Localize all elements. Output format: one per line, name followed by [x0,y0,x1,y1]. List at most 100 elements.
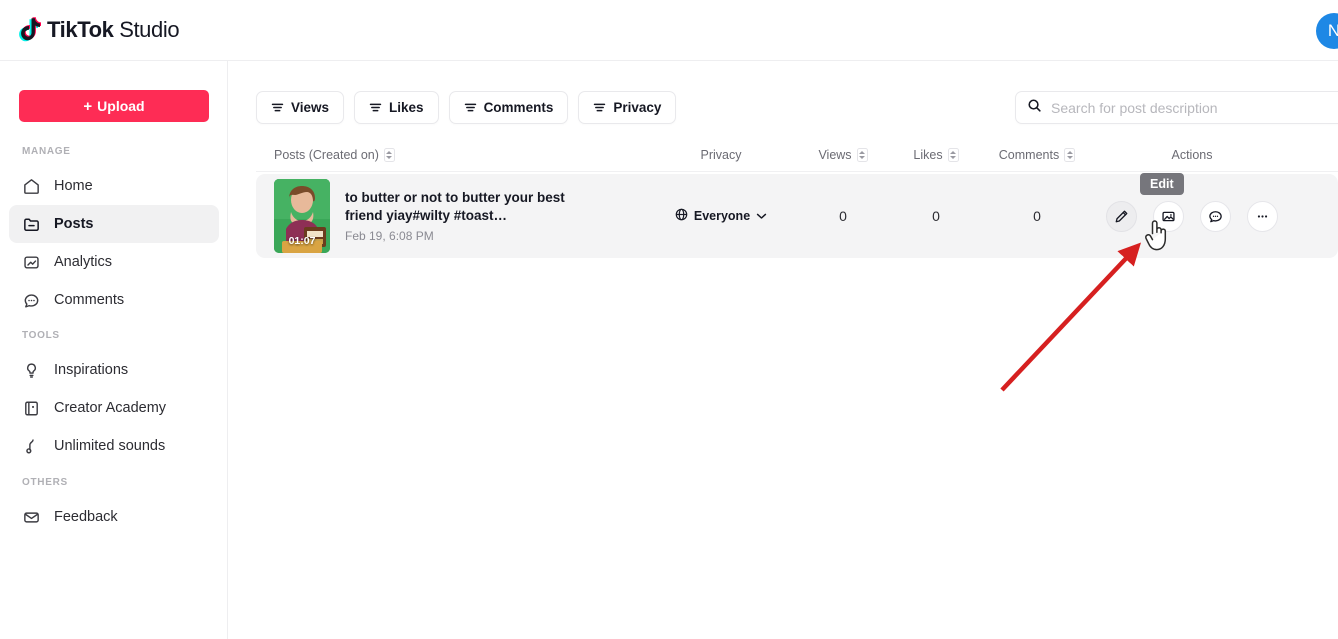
comment-bubble-icon [1209,210,1222,222]
sidebar-section-tools: TOOLS Inspirations Creator Academy Unlim… [0,330,228,465]
sort-toggle-posts[interactable] [383,148,395,162]
search-input[interactable] [1051,92,1338,123]
brand-title: TikTok Studio [47,17,180,42]
filter-lines-icon [593,102,606,113]
search-box[interactable] [1015,91,1338,124]
filter-label: Comments [483,100,554,115]
tiktok-studio-page: TikTok Studio N + Upload MANAGE Home Post… [0,0,1338,639]
filter-toolbar: Views Likes Comments Privacy [256,91,677,124]
globe-icon [675,208,688,224]
column-header-comments[interactable]: Comments [982,148,1092,162]
column-label: Actions [1171,148,1213,162]
column-label: Posts (Created on) [274,148,379,162]
envelope-icon [22,508,41,527]
upload-button[interactable]: + Upload [19,90,209,122]
sidebar-item-feedback[interactable]: Feedback [9,498,219,536]
analytics-icon [22,253,41,272]
video-thumbnail[interactable]: 01:07 [274,179,330,253]
sidebar-heading-tools: TOOLS [22,330,60,341]
views-value: 0 [839,208,847,224]
brand-logo[interactable]: TikTok Studio [18,0,180,61]
brand-light: Studio [119,17,180,42]
sidebar-item-label: Posts [54,216,94,232]
filter-label: Views [291,100,330,115]
privacy-dropdown[interactable]: Everyone [666,203,776,230]
filter-privacy-button[interactable]: Privacy [578,91,677,124]
chevron-down-icon [756,209,767,223]
sidebar-heading-manage: MANAGE [22,146,71,157]
filter-label: Likes [389,100,424,115]
table-header-row: Posts (Created on) Privacy Views Likes C… [256,139,1338,172]
privacy-cell: Everyone [646,203,796,230]
plus-icon: + [83,97,93,115]
upload-label: Upload [97,98,145,114]
comment-button[interactable] [1200,200,1231,232]
post-meta: to butter or not to butter your best fri… [345,189,573,244]
sort-toggle-likes[interactable] [947,148,959,162]
comments-value: 0 [1033,208,1041,224]
sidebar-section-others: OTHERS Feedback [0,477,228,536]
filter-comments-button[interactable]: Comments [448,91,569,124]
column-header-views[interactable]: Views [796,148,890,162]
filter-label: Privacy [613,100,662,115]
ellipsis-icon [1257,214,1268,218]
sidebar: + Upload MANAGE Home Posts Analytics Com… [0,61,228,639]
filter-lines-icon [369,102,382,113]
sidebar-item-label: Creator Academy [54,400,167,416]
filter-lines-icon [271,102,284,113]
search-icon [1027,98,1042,118]
top-header: TikTok Studio N [0,0,1338,61]
sidebar-item-unlimited-sounds[interactable]: Unlimited sounds [9,427,219,465]
actions-cell [1092,200,1292,232]
column-header-posts[interactable]: Posts (Created on) [256,148,646,162]
column-header-actions: Actions [1092,148,1292,162]
post-cell: 01:07 to butter or not to butter your be… [256,179,646,253]
sidebar-section-manage: MANAGE Home Posts Analytics Comments [0,146,228,319]
sidebar-heading-others: OTHERS [22,477,68,488]
cover-button[interactable] [1153,200,1184,232]
posts-folder-icon [22,215,41,234]
sidebar-item-label: Unlimited sounds [54,438,166,454]
filter-views-button[interactable]: Views [256,91,345,124]
edit-tooltip: Edit [1140,173,1184,195]
sidebar-item-label: Feedback [54,509,118,525]
sidebar-item-label: Home [54,178,93,194]
more-button[interactable] [1247,200,1278,232]
pencil-icon [1115,210,1128,222]
sidebar-item-creator-academy[interactable]: Creator Academy [9,389,219,427]
tooltip-label: Edit [1150,177,1174,191]
home-icon [22,177,41,196]
sort-toggle-comments[interactable] [1064,148,1076,162]
comments-bubble-icon [22,291,41,310]
privacy-label: Everyone [693,209,751,223]
likes-value: 0 [932,208,940,224]
column-label: Views [818,148,852,162]
column-header-likes[interactable]: Likes [890,148,982,162]
sidebar-item-label: Comments [54,292,125,308]
sidebar-item-analytics[interactable]: Analytics [9,243,219,281]
filter-lines-icon [464,102,477,113]
music-note-icon [22,437,41,456]
brand-bold: TikTok [47,17,114,42]
posts-table: Posts (Created on) Privacy Views Likes C… [256,139,1338,258]
sidebar-item-posts[interactable]: Posts [9,205,219,243]
tiktok-note-icon [18,16,43,44]
post-title: to butter or not to butter your best fri… [345,189,565,223]
edit-button[interactable] [1106,200,1137,232]
sidebar-item-home[interactable]: Home [9,167,219,205]
image-icon [1162,211,1175,221]
sidebar-item-inspirations[interactable]: Inspirations [9,351,219,389]
post-date: Feb 19, 6:08 PM [345,229,434,244]
sidebar-item-label: Analytics [54,254,113,270]
academy-book-icon [22,399,41,418]
column-label: Privacy [700,148,742,162]
sidebar-item-label: Inspirations [54,362,129,378]
lightbulb-icon [22,361,41,380]
column-header-privacy: Privacy [646,148,796,162]
sidebar-item-comments[interactable]: Comments [9,281,219,319]
main-content: Views Likes Comments Privacy Search for … [228,61,1338,639]
avatar-initial: N [1327,21,1338,40]
sort-toggle-views[interactable] [856,148,868,162]
avatar[interactable]: N [1316,13,1338,49]
filter-likes-button[interactable]: Likes [354,91,439,124]
